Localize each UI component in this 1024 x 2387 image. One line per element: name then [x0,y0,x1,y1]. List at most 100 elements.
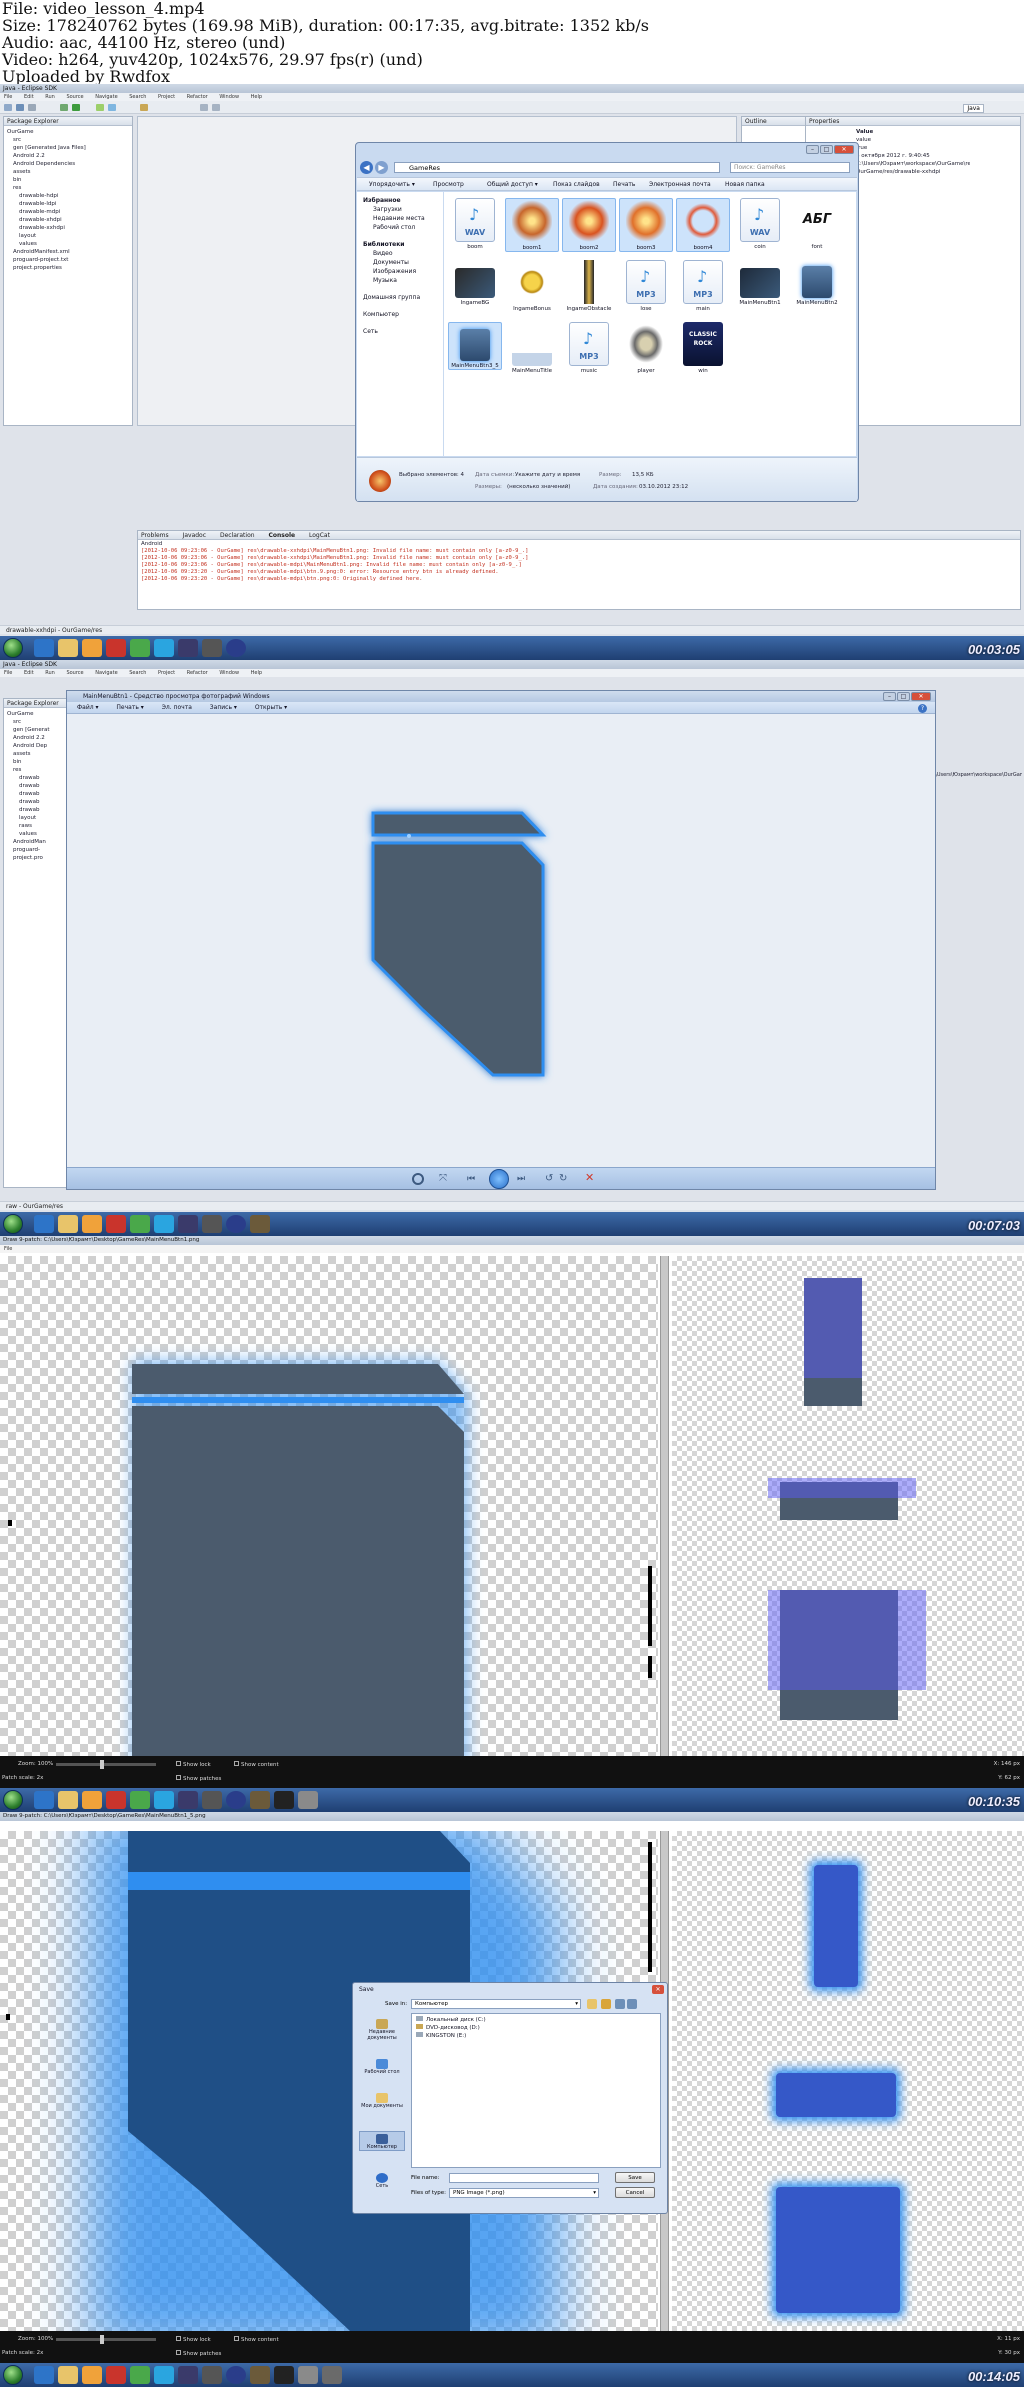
minimize-button[interactable]: – [883,692,896,701]
file-item[interactable]: MainMenuBtn1 [733,260,787,306]
menu-file[interactable]: File [4,94,12,100]
ie-icon[interactable] [34,1215,54,1233]
eclipse-icon[interactable] [178,1215,198,1233]
zoom-slider-thumb[interactable] [100,2335,104,2344]
nav-downloads[interactable]: Загрузки [363,205,437,214]
menu-edit[interactable]: Edit [24,94,34,100]
avd-icon[interactable] [108,104,116,111]
tree-item[interactable]: drawable-ldpi [7,200,129,208]
android-sdk-icon[interactable] [96,104,104,111]
zoom-slider[interactable] [56,2335,156,2344]
back-icon[interactable] [200,104,208,111]
print-icon[interactable] [28,104,36,111]
tree-item[interactable]: drawab [7,782,63,790]
organize-button[interactable]: Упорядочить ▾ [369,178,415,192]
new-icon[interactable] [4,104,12,111]
tree-item[interactable]: drawable-mdpi [7,208,129,216]
tab-logcat[interactable]: LogCat [309,532,330,539]
file-item[interactable]: boom3 [619,198,673,252]
menu-file[interactable]: File [4,1246,12,1252]
skype-icon[interactable] [154,639,174,657]
print-button[interactable]: Печать [613,178,635,192]
show-lock-checkbox[interactable]: Show lock [176,1761,211,1768]
app-icon[interactable] [202,1791,222,1809]
place-documents[interactable]: Мои документы [359,2093,405,2109]
slideshow-icon[interactable] [489,1169,509,1189]
previous-icon[interactable]: ⏮ [467,1173,481,1185]
file-item[interactable]: ♪ MP3 main [676,260,730,312]
slideshow-button[interactable]: Показ слайдов [553,178,600,192]
opera-icon[interactable] [106,1215,126,1233]
explorer-icon[interactable] [58,1791,78,1809]
splitter-handle[interactable] [660,1256,669,1756]
opera-icon[interactable] [106,1791,126,1809]
app-icon[interactable] [298,1791,318,1809]
list-view-icon[interactable] [615,1999,625,2009]
menu-window[interactable]: Window [219,670,239,676]
file-item[interactable]: MainMenuTitle [505,322,559,374]
menu-edit[interactable]: Edit [24,670,34,676]
chrome-icon[interactable] [130,2366,150,2384]
eclipse-icon[interactable] [178,639,198,657]
globe-icon[interactable] [226,1791,246,1809]
eclipse-icon[interactable] [178,2366,198,2384]
tree-item[interactable]: AndroidManifest.xml [7,248,129,256]
nav-network[interactable]: Сеть [363,327,437,336]
tab-console[interactable]: Console [268,532,295,539]
forward-icon[interactable] [212,104,220,111]
app-icon[interactable] [298,2366,318,2384]
tree-item[interactable]: drawab [7,798,63,806]
save-in-select[interactable]: Компьютер ▾ [411,1999,581,2009]
globe-icon[interactable] [226,639,246,657]
menu-project[interactable]: Project [158,670,175,676]
tree-item[interactable]: values [7,830,63,838]
file-item[interactable]: boom1 [505,198,559,252]
app-icon[interactable] [250,1215,270,1233]
media-icon[interactable] [82,1791,102,1809]
tree-item[interactable]: proguard-project.txt [7,256,129,264]
menu-navigate[interactable]: Navigate [95,94,117,100]
skype-icon[interactable] [154,2366,174,2384]
show-patches-checkbox[interactable]: Show patches [176,2350,221,2357]
search-icon[interactable] [140,104,148,111]
file-item[interactable]: ♪ MP3 music [562,322,616,374]
close-button[interactable]: ✕ [911,692,931,701]
menu-source[interactable]: Source [66,670,83,676]
run-icon[interactable] [72,104,80,111]
tree-item[interactable]: drawab [7,806,63,814]
skype-icon[interactable] [154,1791,174,1809]
file-item[interactable]: CLASSIC ROCK win [676,322,730,374]
app-icon[interactable] [322,2366,342,2384]
close-button[interactable]: ✕ [834,145,854,154]
nav-favorites[interactable]: Избранное [363,196,437,205]
chrome-icon[interactable] [130,1215,150,1233]
media-icon[interactable] [82,639,102,657]
opera-icon[interactable] [106,2366,126,2384]
tree-item[interactable]: Android 2.2 [7,152,129,160]
place-desktop[interactable]: Рабочий стол [359,2059,405,2075]
place-computer[interactable]: Компьютер [359,2131,405,2151]
email-button[interactable]: Электронная почта [649,178,711,192]
file-name-input[interactable] [449,2173,599,2183]
chrome-icon[interactable] [130,1791,150,1809]
up-folder-icon[interactable] [587,1999,597,2009]
maximize-button[interactable]: □ [820,145,833,154]
file-item[interactable]: MainMenuBtn3_5 [448,322,502,370]
nav-desktop[interactable]: Рабочий стол [363,223,437,232]
menu-search[interactable]: Search [129,670,146,676]
nav-homegroup[interactable]: Домашняя группа [363,293,437,302]
drive-item[interactable]: KINGSTON (E:) [416,2032,656,2040]
save-icon[interactable] [16,104,24,111]
menu-file[interactable]: File [4,670,12,676]
tree-item[interactable]: assets [7,168,129,176]
place-network[interactable]: Сеть [359,2173,405,2189]
next-icon[interactable]: ⏭ [517,1173,531,1185]
file-item[interactable]: ♪ MP3 lose [619,260,673,312]
media-icon[interactable] [82,2366,102,2384]
delete-icon[interactable]: ✕ [585,1172,597,1184]
start-button-icon[interactable] [3,638,23,658]
file-item[interactable]: ♪ WAV coin [733,198,787,250]
tree-item[interactable]: AndroidMan [7,838,63,846]
file-type-select[interactable]: PNG Image (*.png) ▾ [449,2188,599,2198]
nav-music[interactable]: Музыка [363,276,437,285]
